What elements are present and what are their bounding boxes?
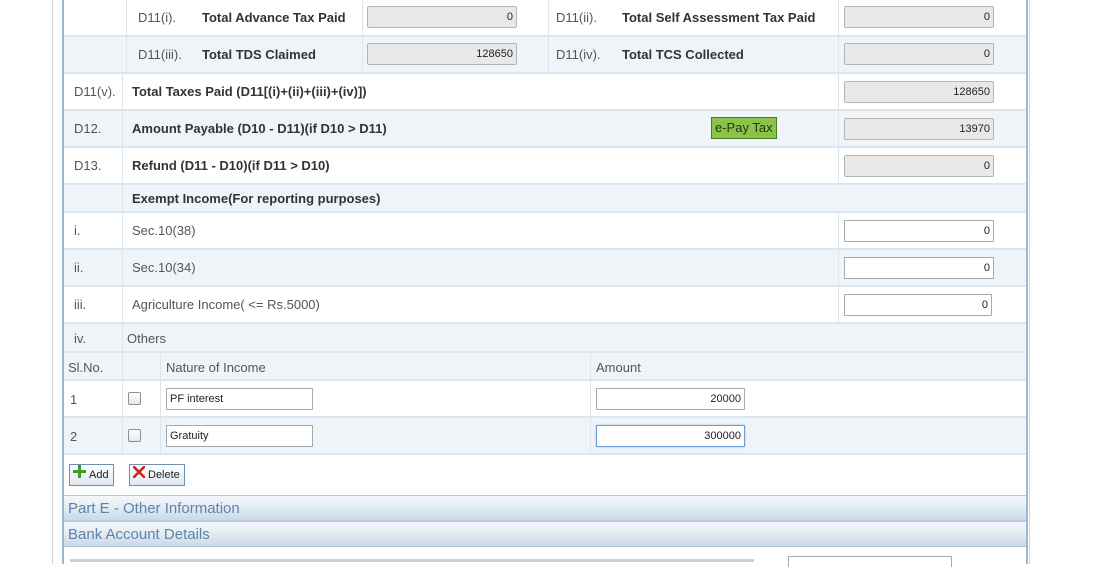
advance-tax-field: 0 (367, 6, 517, 28)
tds-claimed-field: 128650 (367, 43, 517, 65)
table-row: 2 Gratuity 300000 (64, 418, 1026, 455)
cut-off-question-text (70, 559, 754, 562)
exempt-row-label: Agriculture Income( <= Rs.5000) (132, 297, 320, 312)
amount-input[interactable]: 300000 (596, 425, 745, 447)
header-nature: Nature of Income (166, 360, 266, 375)
agriculture-income-input[interactable]: 0 (844, 294, 992, 316)
exempt-row-num: ii. (74, 260, 84, 275)
row-d11-i-ii: D11(i). Total Advance Tax Paid 0 D11(ii)… (64, 0, 1026, 37)
bank-select[interactable] (788, 556, 952, 567)
section-part-e-title: Part E - Other Information (68, 500, 240, 517)
sec-10-38-input[interactable]: 0 (844, 220, 994, 242)
total-taxes-paid-field: 128650 (844, 81, 994, 103)
amount-input[interactable]: 20000 (596, 388, 745, 410)
others-table-header: Sl.No. Nature of Income Amount (64, 353, 1026, 381)
label-d13: Refund (D11 - D10)(if D11 > D10) (132, 158, 330, 173)
row-select-checkbox[interactable] (128, 392, 141, 405)
table-row: 1 PF interest 20000 (64, 381, 1026, 418)
exempt-row-label: Sec.10(38) (132, 223, 196, 238)
section-bank-account[interactable]: Bank Account Details (64, 521, 1026, 547)
label-d11ii: Total Self Assessment Tax Paid (622, 10, 816, 25)
refund-field: 0 (844, 155, 994, 177)
bank-question-row (64, 548, 1026, 567)
label-d11iii: Total TDS Claimed (202, 47, 316, 62)
row-d11-iii-iv: D11(iii). Total TDS Claimed 128650 D11(i… (64, 37, 1026, 74)
code-d11v: D11(v). (74, 84, 116, 99)
label-d11i: Total Advance Tax Paid (202, 10, 346, 25)
code-d11iv: D11(iv). (556, 47, 601, 62)
close-icon (132, 465, 146, 485)
row-d12: D12. Amount Payable (D10 - D11)(if D10 >… (64, 111, 1026, 148)
section-bank-account-title: Bank Account Details (68, 526, 210, 543)
label-d12: Amount Payable (D10 - D11)(if D10 > D11) (132, 121, 387, 136)
tcs-collected-field: 0 (844, 43, 994, 65)
row-d11-v: D11(v). Total Taxes Paid (D11[(i)+(ii)+(… (64, 74, 1026, 111)
section-part-e[interactable]: Part E - Other Information (64, 495, 1026, 521)
nature-of-income-input[interactable]: PF interest (166, 388, 313, 410)
exempt-row-sec-10-34: ii. Sec.10(34) 0 (64, 250, 1026, 287)
e-pay-tax-button[interactable]: e-Pay Tax (711, 117, 777, 139)
add-button[interactable]: Add (69, 464, 114, 486)
form-content: D11(i). Total Advance Tax Paid 0 D11(ii)… (62, 0, 1028, 567)
table-actions-row: Add Delete (64, 455, 1026, 495)
exempt-row-num: i. (74, 223, 81, 238)
code-d11iii: D11(iii). (138, 47, 182, 62)
row-slno: 1 (70, 392, 78, 407)
delete-button[interactable]: Delete (129, 464, 185, 486)
sec-10-34-input[interactable]: 0 (844, 257, 994, 279)
exempt-row-others: iv. Others (64, 324, 1026, 353)
label-d11v: Total Taxes Paid (D11[(i)+(ii)+(iii)+(iv… (132, 84, 367, 99)
exempt-income-heading: Exempt Income(For reporting purposes) (132, 191, 381, 206)
row-select-checkbox[interactable] (128, 429, 141, 442)
exempt-income-heading-row: Exempt Income(For reporting purposes) (64, 185, 1026, 213)
row-d13: D13. Refund (D11 - D10)(if D11 > D10) 0 (64, 148, 1026, 185)
exempt-row-agriculture: iii. Agriculture Income( <= Rs.5000) 0 (64, 287, 1026, 324)
amount-payable-field: 13970 (844, 118, 994, 140)
code-d11ii: D11(ii). (556, 10, 597, 25)
exempt-row-num: iii. (74, 297, 87, 312)
code-d12: D12. (74, 121, 102, 136)
self-assessment-tax-field: 0 (844, 6, 994, 28)
delete-button-label: Delete (148, 469, 180, 481)
exempt-row-label: Sec.10(34) (132, 260, 196, 275)
header-slno: Sl.No. (68, 360, 104, 375)
row-slno: 2 (70, 429, 78, 444)
label-d11iv: Total TCS Collected (622, 47, 744, 62)
code-d11i: D11(i). (138, 10, 177, 25)
others-num: iv. (74, 331, 87, 346)
code-d13: D13. (74, 158, 102, 173)
others-label: Others (127, 331, 167, 346)
header-amount: Amount (596, 360, 641, 375)
plus-icon (73, 465, 86, 485)
exempt-row-sec-10-38: i. Sec.10(38) 0 (64, 213, 1026, 250)
nature-of-income-input[interactable]: Gratuity (166, 425, 313, 447)
add-button-label: Add (89, 469, 109, 481)
